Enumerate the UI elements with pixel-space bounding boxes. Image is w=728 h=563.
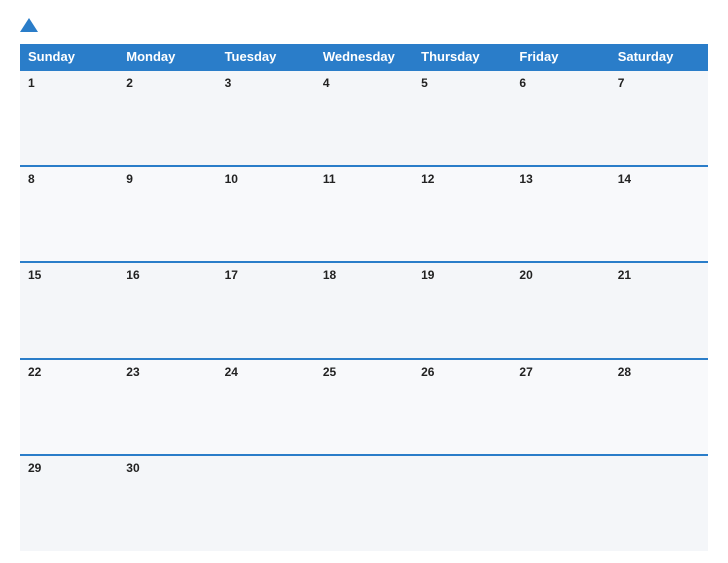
day-number: 27 bbox=[519, 365, 532, 379]
day-number: 5 bbox=[421, 76, 428, 90]
week-row-5: 29 30 bbox=[20, 455, 708, 551]
weekday-header-friday: Friday bbox=[511, 44, 609, 70]
day-number: 8 bbox=[28, 172, 35, 186]
day-cell: 29 bbox=[20, 455, 118, 551]
day-number: 6 bbox=[519, 76, 526, 90]
day-number: 19 bbox=[421, 268, 434, 282]
day-cell: 15 bbox=[20, 262, 118, 358]
day-cell: 5 bbox=[413, 70, 511, 166]
day-number: 4 bbox=[323, 76, 330, 90]
day-cell: 28 bbox=[610, 359, 708, 455]
day-cell: 18 bbox=[315, 262, 413, 358]
day-cell: 16 bbox=[118, 262, 216, 358]
day-cell: 4 bbox=[315, 70, 413, 166]
day-number: 3 bbox=[225, 76, 232, 90]
day-cell: 14 bbox=[610, 166, 708, 262]
day-number: 29 bbox=[28, 461, 41, 475]
day-number: 9 bbox=[126, 172, 133, 186]
day-cell: 10 bbox=[217, 166, 315, 262]
day-cell: 1 bbox=[20, 70, 118, 166]
calendar-page: SundayMondayTuesdayWednesdayThursdayFrid… bbox=[0, 0, 728, 563]
day-cell: 25 bbox=[315, 359, 413, 455]
day-cell bbox=[315, 455, 413, 551]
day-number: 1 bbox=[28, 76, 35, 90]
logo-blue-row bbox=[20, 18, 42, 32]
logo-triangle-icon bbox=[20, 18, 38, 32]
day-number: 18 bbox=[323, 268, 336, 282]
day-cell: 19 bbox=[413, 262, 511, 358]
day-cell: 24 bbox=[217, 359, 315, 455]
day-number: 21 bbox=[618, 268, 631, 282]
week-row-1: 1 2 3 4 5 6 7 bbox=[20, 70, 708, 166]
day-cell bbox=[413, 455, 511, 551]
day-number: 11 bbox=[323, 172, 336, 186]
week-row-4: 22 23 24 25 26 27 28 bbox=[20, 359, 708, 455]
day-cell: 6 bbox=[511, 70, 609, 166]
day-number: 23 bbox=[126, 365, 139, 379]
logo bbox=[20, 18, 42, 32]
day-number: 26 bbox=[421, 365, 434, 379]
day-cell: 13 bbox=[511, 166, 609, 262]
day-number: 17 bbox=[225, 268, 238, 282]
calendar-table: SundayMondayTuesdayWednesdayThursdayFrid… bbox=[20, 44, 708, 551]
day-number: 10 bbox=[225, 172, 238, 186]
day-cell: 26 bbox=[413, 359, 511, 455]
weekday-header-row: SundayMondayTuesdayWednesdayThursdayFrid… bbox=[20, 44, 708, 70]
day-number: 15 bbox=[28, 268, 41, 282]
day-number: 25 bbox=[323, 365, 336, 379]
day-cell: 3 bbox=[217, 70, 315, 166]
day-cell bbox=[511, 455, 609, 551]
day-cell: 8 bbox=[20, 166, 118, 262]
week-row-3: 15 16 17 18 19 20 21 bbox=[20, 262, 708, 358]
day-number: 2 bbox=[126, 76, 133, 90]
day-cell: 23 bbox=[118, 359, 216, 455]
day-number: 7 bbox=[618, 76, 625, 90]
day-cell: 17 bbox=[217, 262, 315, 358]
day-number: 12 bbox=[421, 172, 434, 186]
weekday-header-saturday: Saturday bbox=[610, 44, 708, 70]
day-cell: 9 bbox=[118, 166, 216, 262]
weekday-header-monday: Monday bbox=[118, 44, 216, 70]
week-row-2: 8 9 10 11 12 13 14 bbox=[20, 166, 708, 262]
weekday-header-tuesday: Tuesday bbox=[217, 44, 315, 70]
day-number: 16 bbox=[126, 268, 139, 282]
day-cell: 20 bbox=[511, 262, 609, 358]
day-cell: 27 bbox=[511, 359, 609, 455]
weekday-header-sunday: Sunday bbox=[20, 44, 118, 70]
day-number: 22 bbox=[28, 365, 41, 379]
day-number: 24 bbox=[225, 365, 238, 379]
day-cell: 22 bbox=[20, 359, 118, 455]
day-number: 28 bbox=[618, 365, 631, 379]
day-cell: 12 bbox=[413, 166, 511, 262]
day-cell: 30 bbox=[118, 455, 216, 551]
day-cell: 2 bbox=[118, 70, 216, 166]
day-cell: 11 bbox=[315, 166, 413, 262]
day-number: 13 bbox=[519, 172, 532, 186]
weekday-header-thursday: Thursday bbox=[413, 44, 511, 70]
header bbox=[20, 18, 708, 32]
day-number: 20 bbox=[519, 268, 532, 282]
weekday-header-wednesday: Wednesday bbox=[315, 44, 413, 70]
day-cell: 21 bbox=[610, 262, 708, 358]
day-cell bbox=[217, 455, 315, 551]
day-number: 30 bbox=[126, 461, 139, 475]
day-number: 14 bbox=[618, 172, 631, 186]
day-cell: 7 bbox=[610, 70, 708, 166]
day-cell bbox=[610, 455, 708, 551]
